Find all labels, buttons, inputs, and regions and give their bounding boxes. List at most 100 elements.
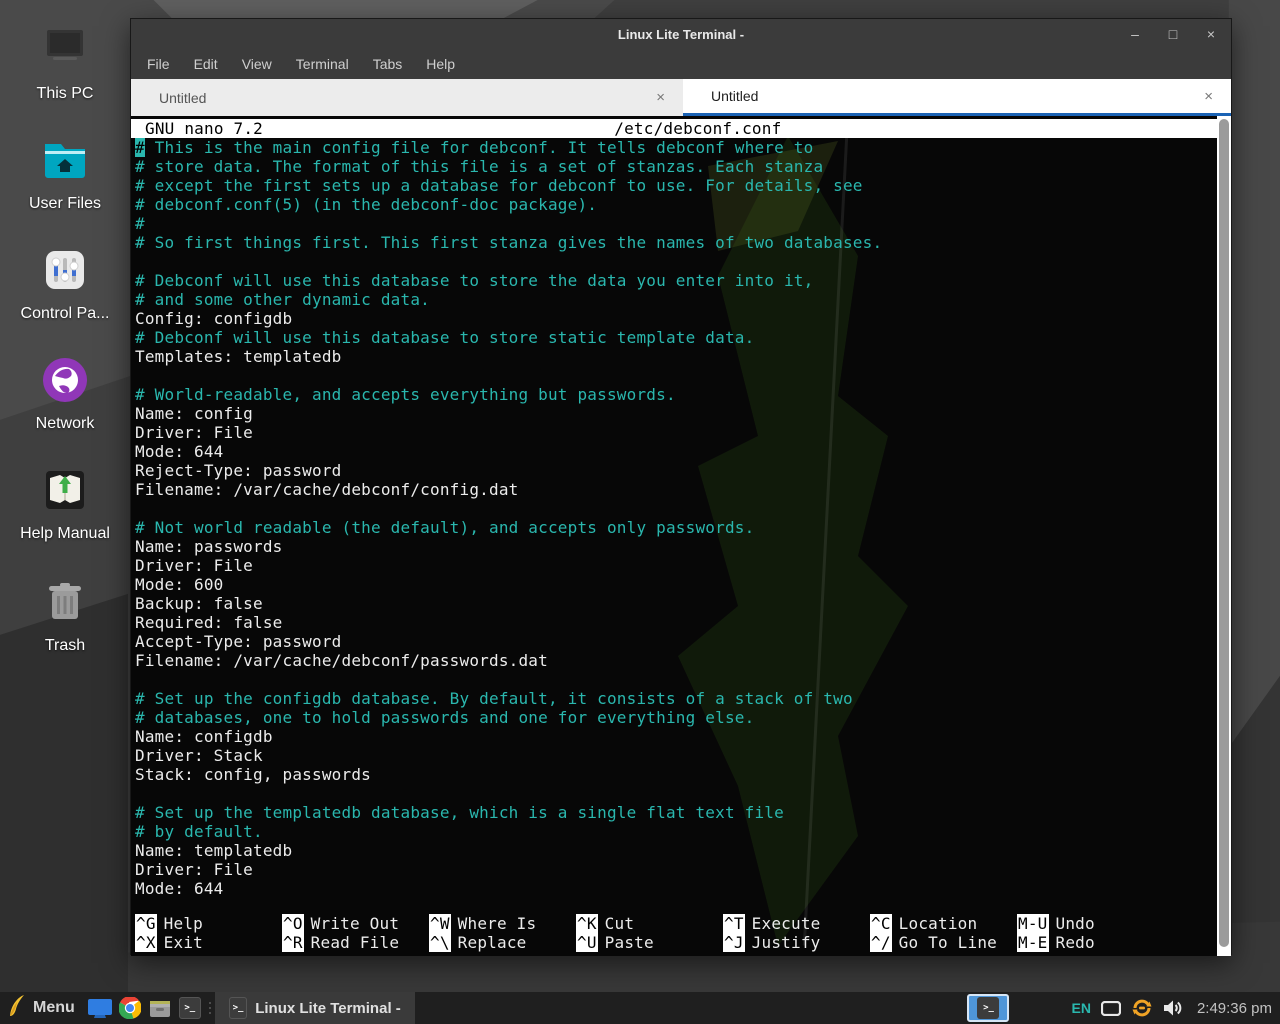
control-panel-icon xyxy=(39,244,91,296)
tab-label: Untitled xyxy=(683,88,758,104)
archive-icon[interactable] xyxy=(145,992,175,1024)
editor-line: # Debconf will use this database to stor… xyxy=(135,328,1217,347)
tab-close-icon[interactable]: × xyxy=(656,89,665,106)
editor-line: Required: false xyxy=(135,613,1217,632)
minimize-icon[interactable]: – xyxy=(1127,27,1143,41)
window-titlebar[interactable]: Linux Lite Terminal - – □ × xyxy=(131,19,1231,49)
menu-terminal[interactable]: Terminal xyxy=(284,56,361,72)
editor-line: Driver: File xyxy=(135,860,1217,879)
desktop-icon-this-pc[interactable]: This PC xyxy=(0,24,130,103)
nano-shortcut: ^WWhere Is xyxy=(429,914,576,933)
editor-line: Driver: Stack xyxy=(135,746,1217,765)
scrollbar-thumb[interactable] xyxy=(1219,119,1229,947)
nano-shortcut: ^\Replace xyxy=(429,933,576,952)
desktop-icon-label: User Files xyxy=(29,195,101,213)
volume-icon[interactable] xyxy=(1163,999,1183,1017)
nano-shortcut: ^CLocation xyxy=(870,914,1017,933)
start-menu-button[interactable]: Menu xyxy=(0,992,85,1024)
editor-line: Mode: 644 xyxy=(135,442,1217,461)
desktop-icon-user-files[interactable]: User Files xyxy=(0,134,130,213)
tab-untitled-2[interactable]: Untitled × xyxy=(683,79,1231,116)
nano-titlebar: GNU nano 7.2 /etc/debconf.conf xyxy=(131,119,1217,138)
menu-label: Menu xyxy=(33,999,75,1017)
editor-line: # databases, one to hold passwords and o… xyxy=(135,708,1217,727)
nano-shortcut: ^KCut xyxy=(576,914,723,933)
editor-line: # World-readable, and accepts everything… xyxy=(135,385,1217,404)
nano-shortcut: M-ERedo xyxy=(1017,933,1164,952)
linux-lite-logo-icon xyxy=(8,994,25,1023)
menu-tabs[interactable]: Tabs xyxy=(361,56,415,72)
nano-shortcut-bar: ^GHelp^XExit^OWrite Out^RRead File^WWher… xyxy=(135,914,1215,952)
nano-version: GNU nano 7.2 xyxy=(131,119,263,138)
nano-shortcut: ^XExit xyxy=(135,933,282,952)
terminal-tray-icon[interactable]: >_ xyxy=(967,994,1009,1022)
nano-shortcut: ^/Go To Line xyxy=(870,933,1017,952)
editor-line: # This is the main config file for debco… xyxy=(135,138,1217,157)
editor-line: # debconf.conf(5) (in the debconf-doc pa… xyxy=(135,195,1217,214)
taskbar: Menu >_ xyxy=(0,992,1280,1024)
text-cursor: # xyxy=(135,138,145,157)
menu-help[interactable]: Help xyxy=(414,56,467,72)
shortcut-column: ^WWhere Is^\Replace xyxy=(429,914,576,952)
menu-file[interactable]: File xyxy=(135,56,182,72)
desktop-icon-trash[interactable]: Trash xyxy=(0,576,130,655)
shortcut-column: M-UUndoM-ERedo xyxy=(1017,914,1164,952)
nano-shortcut: ^RRead File xyxy=(282,933,429,952)
updates-icon[interactable] xyxy=(1131,997,1153,1019)
close-icon[interactable]: × xyxy=(1203,27,1219,41)
computer-icon xyxy=(39,24,91,76)
desktop-icon-network[interactable]: Network xyxy=(0,354,130,433)
editor-line: Name: configdb xyxy=(135,727,1217,746)
editor-line xyxy=(135,784,1217,803)
trash-icon xyxy=(39,576,91,628)
editor-line xyxy=(135,499,1217,518)
keyboard-layout-indicator[interactable]: EN xyxy=(1071,1000,1090,1016)
task-button-terminal[interactable]: >_ Linux Lite Terminal - xyxy=(215,992,415,1024)
editor-line: # Not world readable (the default), and … xyxy=(135,518,1217,537)
terminal-icon: >_ xyxy=(229,997,247,1019)
shortcut-column: ^KCut^UPaste xyxy=(576,914,723,952)
desktop-icon-label: Control Pa... xyxy=(21,305,110,323)
editor-line: Stack: config, passwords xyxy=(135,765,1217,784)
display-icon[interactable] xyxy=(1101,1001,1121,1016)
tab-bar: Untitled × Untitled × xyxy=(131,79,1231,116)
editor-line: Reject-Type: password xyxy=(135,461,1217,480)
editor-line: Name: config xyxy=(135,404,1217,423)
editor-line: # Set up the templatedb database, which … xyxy=(135,803,1217,822)
editor-line xyxy=(135,252,1217,271)
editor-line: Driver: File xyxy=(135,556,1217,575)
editor-line: Accept-Type: password xyxy=(135,632,1217,651)
desktop-icon-control-panel[interactable]: Control Pa... xyxy=(0,244,130,323)
editor-line: Filename: /var/cache/debconf/passwords.d… xyxy=(135,651,1217,670)
editor-line: Backup: false xyxy=(135,594,1217,613)
scrollbar-track[interactable] xyxy=(1217,116,1231,956)
editor-line xyxy=(135,670,1217,689)
maximize-icon[interactable]: □ xyxy=(1165,27,1181,41)
menu-edit[interactable]: Edit xyxy=(182,56,230,72)
nano-file-path: /etc/debconf.conf xyxy=(614,119,781,138)
desktop-icon-label: Trash xyxy=(45,637,85,655)
network-globe-icon xyxy=(39,354,91,406)
nano-shortcut: M-UUndo xyxy=(1017,914,1164,933)
editor-line: Config: configdb xyxy=(135,309,1217,328)
editor-line: # store data. The format of this file is… xyxy=(135,157,1217,176)
desktop-icon-label: This PC xyxy=(37,85,94,103)
shortcut-column: ^CLocation^/Go To Line xyxy=(870,914,1017,952)
file-manager-icon[interactable] xyxy=(85,992,115,1024)
nano-shortcut: ^GHelp xyxy=(135,914,282,933)
desktop-icon-label: Network xyxy=(36,415,95,433)
taskbar-clock[interactable]: 2:49:36 pm xyxy=(1193,1000,1272,1017)
nano-shortcut: ^TExecute xyxy=(723,914,870,933)
desktop-icon-help-manual[interactable]: Help Manual xyxy=(0,464,130,543)
nano-editor[interactable]: GNU nano 7.2 /etc/debconf.conf # This is… xyxy=(131,116,1231,956)
terminal-window: Linux Lite Terminal - – □ × FileEditView… xyxy=(130,18,1232,955)
shortcut-column: ^OWrite Out^RRead File xyxy=(282,914,429,952)
chrome-icon[interactable] xyxy=(115,992,145,1024)
tab-close-icon[interactable]: × xyxy=(1204,88,1213,105)
nano-shortcut: ^UPaste xyxy=(576,933,723,952)
editor-line xyxy=(135,366,1217,385)
shortcut-column: ^GHelp^XExit xyxy=(135,914,282,952)
terminal-icon[interactable]: >_ xyxy=(175,992,205,1024)
tab-untitled-1[interactable]: Untitled × xyxy=(131,79,683,116)
menu-view[interactable]: View xyxy=(230,56,284,72)
